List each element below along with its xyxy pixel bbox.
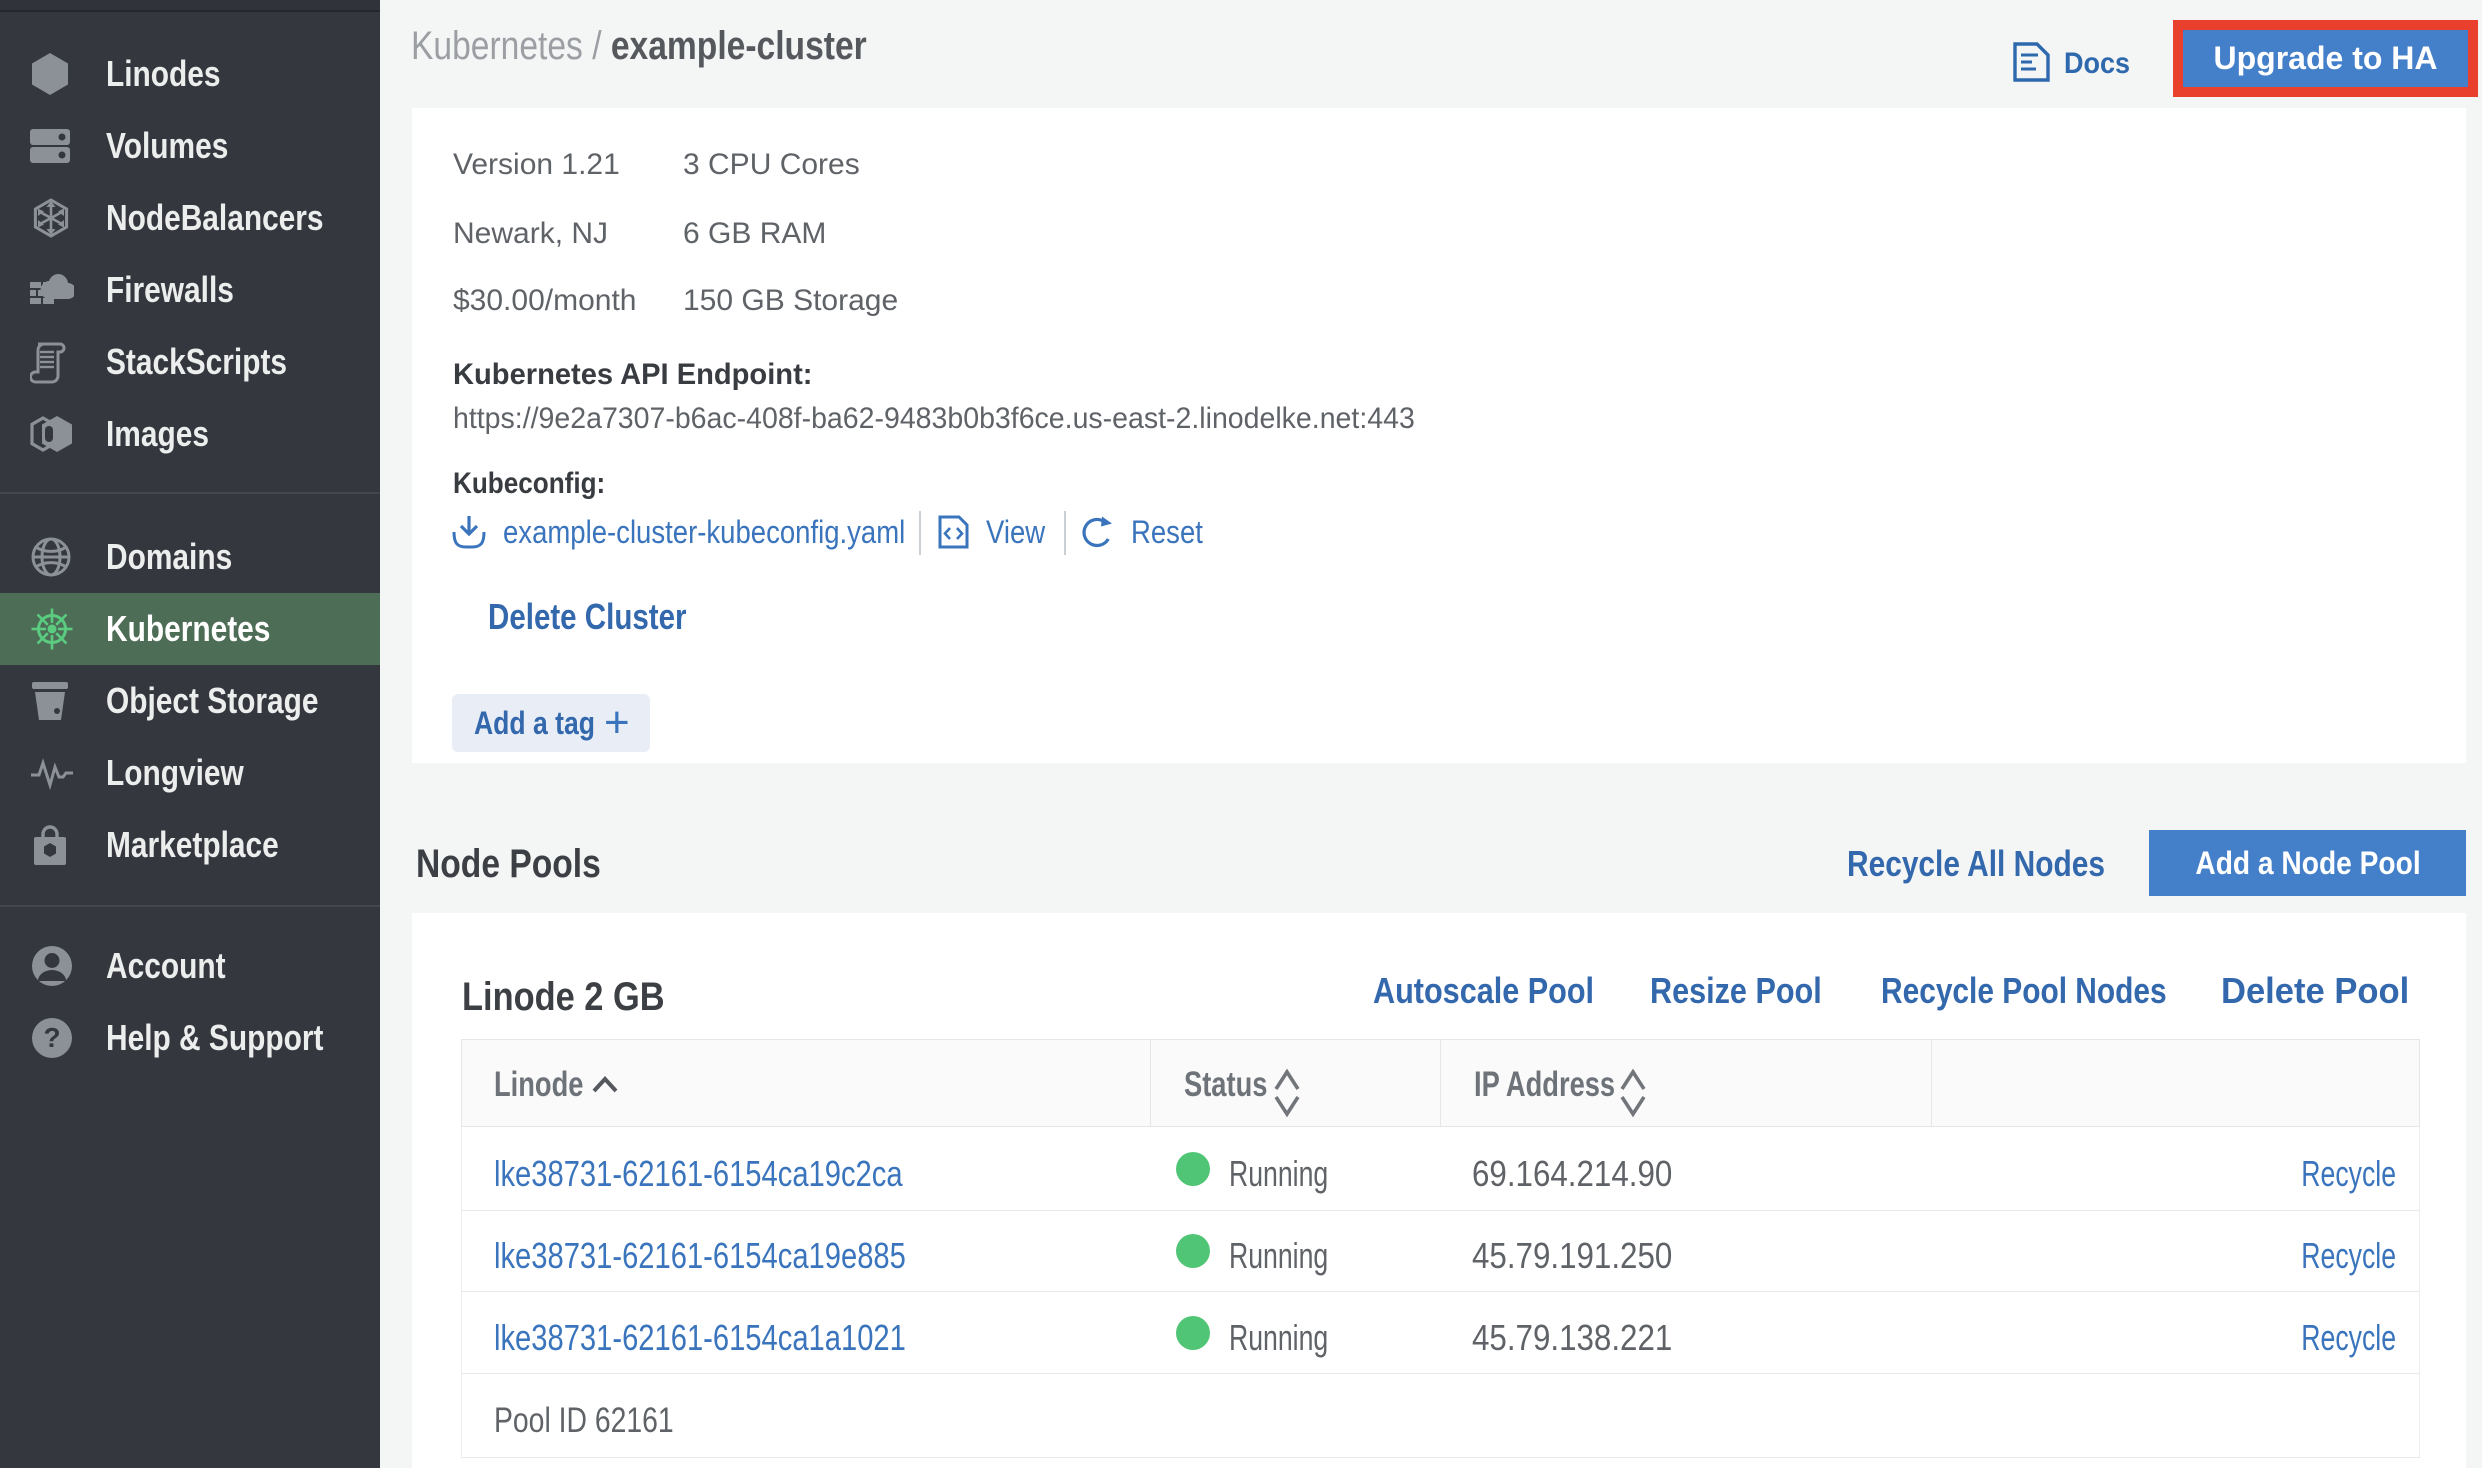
svg-text:?: ?	[43, 1022, 60, 1053]
